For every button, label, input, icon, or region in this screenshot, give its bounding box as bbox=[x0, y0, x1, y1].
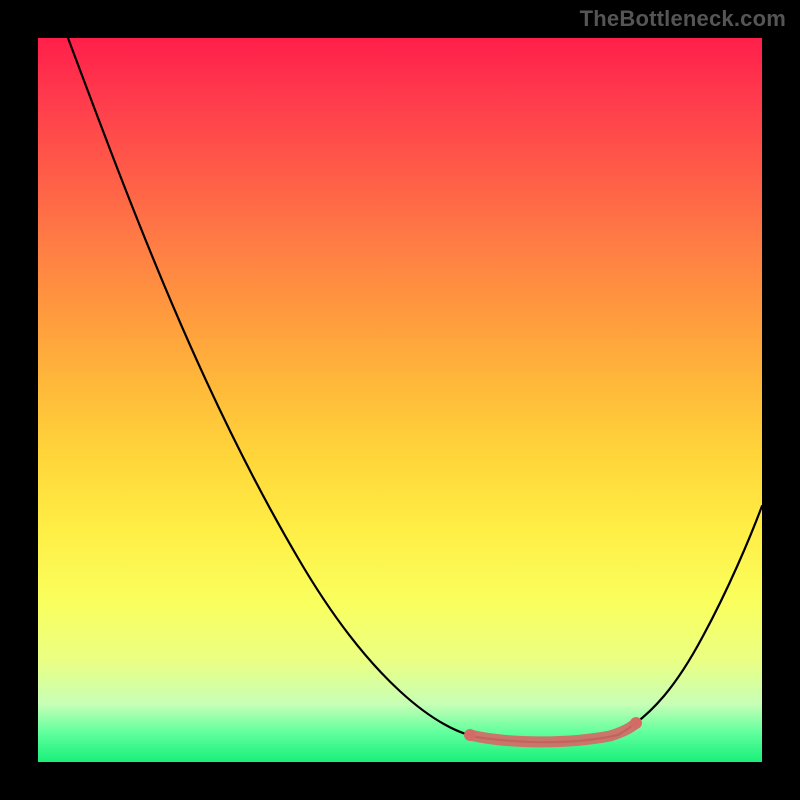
optimal-zone-end-dot bbox=[630, 717, 642, 729]
plot-area bbox=[38, 38, 762, 762]
chart-stage: TheBottleneck.com bbox=[0, 0, 800, 800]
watermark-text: TheBottleneck.com bbox=[580, 6, 786, 32]
bottleneck-curve bbox=[38, 38, 762, 762]
curve-path bbox=[68, 38, 762, 742]
optimal-zone-band bbox=[470, 723, 636, 742]
optimal-zone-start-dot bbox=[464, 729, 476, 741]
